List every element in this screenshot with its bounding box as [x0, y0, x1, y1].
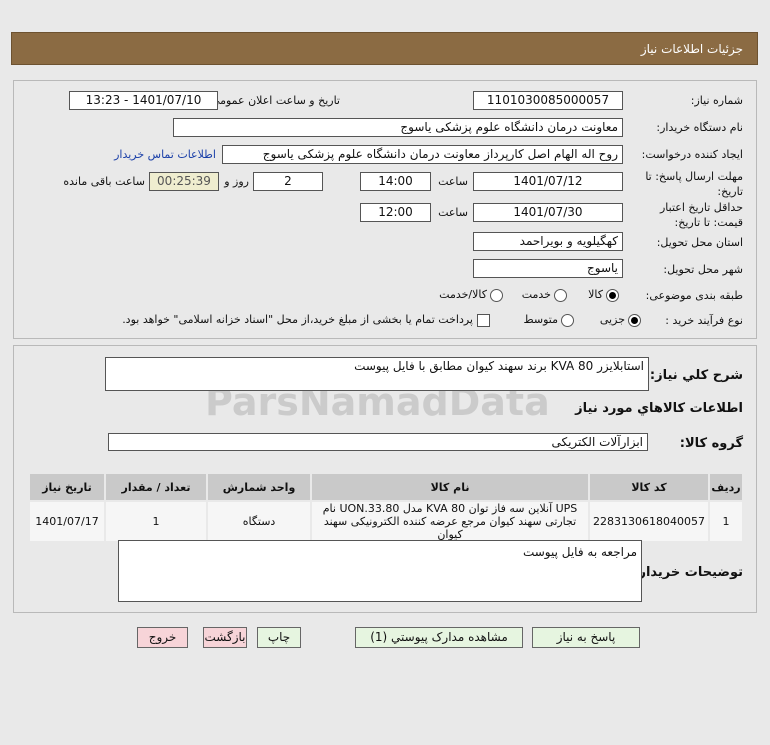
exit-button[interactable]: خروج	[137, 627, 188, 648]
category-option-service[interactable]: خدمت	[522, 288, 570, 302]
col-row: ردیف	[708, 472, 744, 502]
creator-label: ایجاد کننده درخواست:	[641, 148, 743, 161]
attachments-button[interactable]: مشاهده مدارک پیوستي (1)	[355, 627, 523, 648]
col-unit: واحد شمارش	[206, 472, 313, 502]
print-button[interactable]: چاپ	[257, 627, 301, 648]
validity-time-label: ساعت	[438, 206, 468, 219]
notes-label: توضیحات خریدار:	[633, 565, 743, 580]
col-date: تاریخ نیاز	[27, 472, 107, 502]
cell-row: 1	[708, 500, 744, 543]
description-label: شرح کلي نياز:	[649, 368, 743, 383]
category-option-goods[interactable]: کالا	[588, 288, 622, 302]
checkbox[interactable]	[477, 313, 490, 327]
category-label: طبقه بندی موضوعی:	[645, 289, 743, 302]
process-label: نوع فرآیند خرید :	[665, 314, 743, 327]
radio-icon[interactable]	[490, 288, 503, 302]
contact-buyer-link[interactable]: اطلاعات تماس خریدار	[114, 148, 216, 161]
col-name: نام کالا	[310, 472, 591, 502]
city-label: شهر محل تحویل:	[663, 263, 743, 276]
cell-date: 1401/07/17	[27, 500, 107, 543]
group-field: ابزارآلات الکتریکی	[108, 433, 648, 451]
table-header-row: ردیف کد کالا نام کالا واحد شمارش تعداد /…	[27, 472, 744, 502]
buyer-org-field: معاونت درمان دانشگاه علوم پزشکی یاسوج	[173, 118, 623, 137]
page-title: جزئیات اطلاعات نیاز	[640, 42, 743, 56]
validity-time-field: 12:00	[360, 203, 431, 222]
description-field: استابلایزر KVA 80 برند سهند کیوان مطابق …	[105, 357, 649, 391]
remaining-time-field: 00:25:39	[149, 172, 219, 191]
deadline-label: مهلت ارسال پاسخ: تا تاریخ:	[645, 170, 743, 198]
process-option-minor[interactable]: جزیی	[600, 313, 644, 327]
days-label: روز و	[224, 175, 249, 188]
radio-selected-icon[interactable]	[606, 288, 619, 302]
col-code: کد کالا	[588, 472, 710, 502]
reply-button[interactable]: پاسخ به نیاز	[532, 627, 640, 648]
city-field: یاسوج	[473, 259, 623, 278]
deadline-time-field: 14:00	[360, 172, 431, 191]
goods-heading: اطلاعات کالاهاي مورد نياز	[575, 401, 743, 416]
col-qty: تعداد / مقدار	[104, 472, 209, 502]
radio-icon[interactable]	[554, 288, 567, 302]
validity-date-field: 1401/07/30	[473, 203, 623, 222]
table-row: 1 2283130618040057 UPS آنلاین سه فاز توا…	[27, 500, 744, 543]
deadline-date-field: 1401/07/12	[473, 172, 623, 191]
validity-label: حداقل تاریخ اعتبار قیمت: تا تاریخ:	[659, 201, 743, 229]
cell-code: 2283130618040057	[588, 500, 710, 543]
goods-table: ردیف کد کالا نام کالا واحد شمارش تعداد /…	[27, 472, 744, 543]
notes-field: مراجعه به فایل پیوست	[118, 540, 642, 602]
radio-selected-icon[interactable]	[628, 313, 641, 327]
cell-unit: دستگاه	[206, 500, 313, 543]
need-number-field: 1101030085000057	[473, 91, 623, 110]
province-label: استان محل تحویل:	[656, 236, 743, 249]
page-header: جزئیات اطلاعات نیاز	[11, 32, 758, 65]
need-number-label: شماره نیاز:	[690, 94, 743, 107]
days-field: 2	[253, 172, 323, 191]
deadline-time-label: ساعت	[438, 175, 468, 188]
cell-name: UPS آنلاین سه فاز توان KVA 80 مدل UON.33…	[310, 500, 591, 543]
province-field: کهگیلویه و بویراحمد	[473, 232, 623, 251]
back-button[interactable]: بازگشت	[203, 627, 247, 648]
announce-field: 1401/07/10 - 13:23	[69, 91, 218, 110]
announce-label: تاریخ و ساعت اعلان عمومی:	[207, 94, 340, 107]
group-label: گروه کالا:	[679, 436, 743, 451]
creator-field: روح اله الهام اصل کارپرداز معاونت درمان …	[222, 145, 623, 164]
buyer-org-label: نام دستگاه خریدار:	[656, 121, 743, 134]
process-option-medium[interactable]: متوسط	[523, 313, 577, 327]
category-option-goods-service[interactable]: کالا/خدمت	[439, 288, 506, 302]
cell-qty: 1	[104, 500, 209, 543]
treasury-payment-option[interactable]: پرداخت تمام یا بخشی از مبلغ خرید،از محل …	[122, 313, 494, 327]
remaining-label: ساعت باقی مانده	[63, 175, 145, 188]
radio-icon[interactable]	[561, 313, 574, 327]
